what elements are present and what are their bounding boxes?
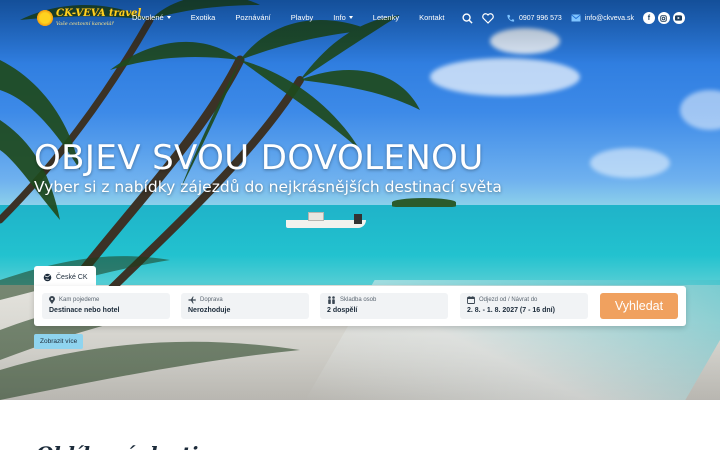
sun-icon (36, 9, 54, 27)
menu-item-plavby[interactable]: Plavby (291, 13, 314, 22)
heart-icon[interactable] (482, 12, 494, 24)
destination-field[interactable]: Kam pojedeme Destinace nebo hotel (42, 293, 170, 319)
menu-item-dovolene[interactable]: Dovolené (132, 13, 171, 22)
field-label: Doprava (200, 297, 223, 303)
menu-item-poznavani[interactable]: Poznávání (235, 13, 270, 22)
travellers-value: 2 dospělí (327, 307, 358, 314)
youtube-icon[interactable] (672, 12, 685, 24)
transport-field[interactable]: Doprava Nerozhoduje (181, 293, 309, 319)
logo-tagline: Vaše cestovní kancelář (56, 21, 114, 27)
logo-text: CK-VEVA travel (56, 8, 142, 19)
search-button[interactable]: Vyhledat (600, 293, 678, 319)
phone-link[interactable]: 0907 996 573 (506, 14, 562, 23)
dates-value: 2. 8. - 1. 8. 2027 (7 - 16 dní) (467, 307, 555, 314)
hero-banner (0, 0, 720, 400)
tab-label: České CK (56, 273, 88, 281)
menu-item-label: Letenky (372, 13, 400, 22)
nav-actions: 0907 996 573 info@ckveva.sk f (462, 12, 685, 24)
hero-title: OBJEV SVOU DOVOLENOU (34, 138, 484, 178)
field-label: Kam pojedeme (59, 297, 100, 303)
location-pin-icon (49, 296, 55, 304)
top-navigation: CK-VEVA travel Vaše cestovní kancelář Do… (0, 0, 720, 38)
menu-item-label: Exotika (190, 13, 216, 22)
search-icon[interactable] (462, 12, 473, 24)
globe-icon (43, 273, 52, 281)
menu-item-label: Plavby (290, 13, 314, 22)
show-more-button[interactable]: Zobrazit více (34, 334, 84, 349)
menu-item-kontakt[interactable]: Kontakt (419, 13, 444, 22)
hero-overlay (0, 0, 720, 400)
phone-icon (507, 14, 515, 22)
menu-item-letenky[interactable]: Letenky (373, 13, 399, 22)
email-address: info@ckveva.sk (584, 14, 634, 22)
calendar-icon (467, 296, 475, 304)
dates-field[interactable]: Odjezd od / Návrat do 2. 8. - 1. 8. 2027… (460, 293, 588, 319)
instagram-icon[interactable] (657, 12, 670, 24)
search-panel: Kam pojedeme Destinace nebo hotel Doprav… (34, 286, 686, 326)
logo[interactable]: CK-VEVA travel Vaše cestovní kancelář (36, 8, 141, 30)
menu-item-label: Kontakt (419, 13, 445, 22)
travellers-field[interactable]: Skladba osob 2 dospělí (320, 293, 448, 319)
people-icon (328, 296, 335, 304)
menu-item-label: Dovolené (132, 13, 164, 22)
plane-icon (188, 296, 196, 304)
hero-subtitle: Vyber si z nabídky zájezdů do nejkrásněj… (34, 178, 502, 196)
mail-icon (571, 14, 581, 22)
field-label: Odjezd od / Návrat do (479, 297, 538, 303)
destination-value: Destinace nebo hotel (49, 307, 120, 314)
tab-ceske-ck[interactable]: České CK (34, 266, 96, 288)
chevron-down-icon (348, 16, 353, 19)
menu-item-exotika[interactable]: Exotika (191, 13, 216, 22)
email-link[interactable]: info@ckveva.sk (571, 14, 634, 22)
phone-number: 0907 996 573 (519, 14, 562, 22)
section-title: Oblíbené destinace (36, 442, 251, 450)
menu-item-label: Poznávání (235, 13, 271, 22)
transport-value: Nerozhoduje (188, 307, 231, 314)
menu-item-info[interactable]: Info (333, 13, 353, 22)
chevron-down-icon (166, 16, 171, 19)
field-label: Skladba osob (340, 297, 377, 303)
main-menu: Dovolené Exotika Poznávání Plavby Info L… (132, 13, 465, 22)
facebook-icon[interactable]: f (642, 12, 655, 24)
menu-item-label: Info (333, 13, 346, 22)
